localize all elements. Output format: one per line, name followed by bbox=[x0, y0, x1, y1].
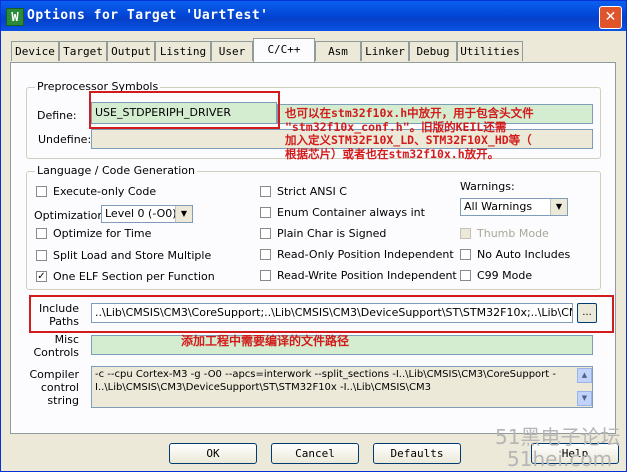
tab-output[interactable]: Output bbox=[107, 41, 155, 61]
chevron-down-icon[interactable]: ▼ bbox=[550, 199, 567, 215]
plain-char-label: Plain Char is Signed bbox=[277, 227, 387, 240]
tab-asm[interactable]: Asm bbox=[315, 41, 361, 61]
compiler-control-string[interactable]: -c --cpu Cortex-M3 -g -O0 --apcs=interwo… bbox=[91, 366, 593, 408]
one-elf-option[interactable]: ✓ One ELF Section per Function bbox=[36, 270, 215, 283]
language-group-title: Language / Code Generation bbox=[35, 164, 198, 177]
scroll-up-icon[interactable]: ▲ bbox=[577, 368, 592, 383]
chevron-down-icon[interactable]: ▼ bbox=[175, 206, 192, 222]
c99-mode-option[interactable]: C99 Mode bbox=[460, 269, 532, 282]
misc-label-line2: Controls bbox=[33, 346, 80, 359]
defaults-button[interactable]: Defaults bbox=[373, 443, 461, 464]
tab-debug[interactable]: Debug bbox=[409, 41, 457, 61]
enum-container-option[interactable]: Enum Container always int bbox=[260, 206, 425, 219]
strict-ansi-checkbox[interactable] bbox=[260, 186, 271, 197]
optimize-time-checkbox[interactable] bbox=[36, 228, 47, 239]
ok-button[interactable]: OK bbox=[169, 443, 257, 464]
tab-user[interactable]: User bbox=[211, 41, 253, 61]
tab-utilities[interactable]: Utilities bbox=[457, 41, 523, 61]
warnings-select[interactable]: All Warnings ▼ bbox=[460, 198, 568, 216]
compiler-line-2: I..\Lib\CMSIS\CM3\DeviceSupport\ST\STM32… bbox=[95, 381, 431, 393]
define-label: Define: bbox=[37, 109, 77, 122]
split-load-store-label: Split Load and Store Multiple bbox=[53, 249, 212, 262]
thumb-mode-label: Thumb Mode bbox=[477, 227, 549, 240]
include-label-line2: Paths bbox=[49, 315, 79, 328]
compiler-line-1: -c --cpu Cortex-M3 -g -O0 --apcs=interwo… bbox=[95, 369, 556, 380]
one-elf-label: One ELF Section per Function bbox=[53, 270, 215, 283]
title-bar[interactable]: W Options for Target 'UartTest' ✕ bbox=[1, 1, 626, 31]
tab-target[interactable]: Target bbox=[59, 41, 107, 61]
compiler-label-line2: control bbox=[40, 381, 79, 394]
uvision-app-icon: W bbox=[6, 8, 24, 26]
ro-position-checkbox[interactable] bbox=[260, 249, 271, 260]
c99-mode-checkbox[interactable] bbox=[460, 270, 471, 281]
warnings-value: All Warnings bbox=[464, 200, 533, 213]
close-button[interactable]: ✕ bbox=[599, 6, 622, 29]
cancel-button[interactable]: Cancel bbox=[271, 443, 359, 464]
optimization-value: Level 0 (-O0) bbox=[105, 207, 177, 220]
rw-position-label: Read-Write Position Independent bbox=[277, 269, 457, 282]
include-label-line1: Include bbox=[38, 302, 79, 315]
include-paths-input[interactable]: ..\Lib\CMSIS\CM3\CoreSupport;..\Lib\CMSI… bbox=[91, 303, 573, 323]
execute-only-checkbox[interactable] bbox=[36, 186, 47, 197]
plain-char-option[interactable]: Plain Char is Signed bbox=[260, 227, 386, 240]
ro-position-label: Read-Only Position Independent bbox=[277, 248, 454, 261]
split-load-store-checkbox[interactable] bbox=[36, 250, 47, 261]
split-load-store-option[interactable]: Split Load and Store Multiple bbox=[36, 249, 211, 262]
watermark-site-name: 51黑电子论坛 bbox=[495, 425, 621, 449]
optimization-label: Optimization: bbox=[34, 209, 109, 222]
optimization-select[interactable]: Level 0 (-O0) ▼ bbox=[101, 205, 193, 223]
one-elf-checkbox[interactable]: ✓ bbox=[36, 271, 47, 282]
strict-ansi-option[interactable]: Strict ANSI C bbox=[260, 185, 347, 198]
include-annotation: 添加工程中需要编译的文件路径 bbox=[181, 334, 350, 348]
watermark-url: 51hei.com bbox=[507, 447, 613, 471]
scroll-down-icon[interactable]: ▼ bbox=[577, 391, 592, 406]
define-highlight-box bbox=[89, 91, 280, 129]
rw-position-checkbox[interactable] bbox=[260, 270, 271, 281]
misc-controls-label: Misc Controls bbox=[31, 333, 80, 359]
no-auto-includes-label: No Auto Includes bbox=[477, 248, 571, 261]
tab-linker[interactable]: Linker bbox=[361, 41, 409, 61]
define-annotation: 也可以在stm32f10x.h中放开，用于包含头文件 "stm32f10x_co… bbox=[285, 106, 534, 161]
window-title: Options for Target 'UartTest' bbox=[27, 8, 269, 23]
tab-listing[interactable]: Listing bbox=[155, 41, 211, 61]
thumb-mode-checkbox bbox=[460, 228, 471, 239]
thumb-mode-option: Thumb Mode bbox=[460, 227, 549, 240]
undefine-label: Undefine: bbox=[38, 133, 92, 146]
strict-ansi-label: Strict ANSI C bbox=[277, 185, 347, 198]
execute-only-option[interactable]: Execute-only Code bbox=[36, 185, 156, 198]
no-auto-includes-checkbox[interactable] bbox=[460, 249, 471, 260]
tab-device[interactable]: Device bbox=[11, 41, 59, 61]
c99-mode-label: C99 Mode bbox=[477, 269, 533, 282]
optimize-time-option[interactable]: Optimize for Time bbox=[36, 227, 151, 240]
optimize-time-label: Optimize for Time bbox=[53, 227, 152, 240]
ro-position-option[interactable]: Read-Only Position Independent bbox=[260, 248, 454, 261]
tab-c-cpp[interactable]: C/C++ bbox=[253, 38, 315, 62]
rw-position-option[interactable]: Read-Write Position Independent bbox=[260, 269, 457, 282]
plain-char-checkbox[interactable] bbox=[260, 228, 271, 239]
compiler-label-line1: Compiler bbox=[29, 368, 79, 381]
include-paths-label: Include Paths bbox=[31, 302, 79, 328]
options-dialog: W Options for Target 'UartTest' ✕ Device… bbox=[0, 0, 627, 472]
misc-label-line1: Misc bbox=[54, 333, 79, 346]
enum-container-label: Enum Container always int bbox=[277, 206, 425, 219]
warnings-label: Warnings: bbox=[460, 180, 515, 193]
include-browse-button[interactable]: ... bbox=[577, 303, 597, 323]
execute-only-label: Execute-only Code bbox=[53, 185, 157, 198]
no-auto-includes-option[interactable]: No Auto Includes bbox=[460, 248, 570, 261]
compiler-control-label: Compiler control string bbox=[25, 368, 79, 407]
enum-container-checkbox[interactable] bbox=[260, 207, 271, 218]
compiler-label-line3: string bbox=[47, 394, 79, 407]
